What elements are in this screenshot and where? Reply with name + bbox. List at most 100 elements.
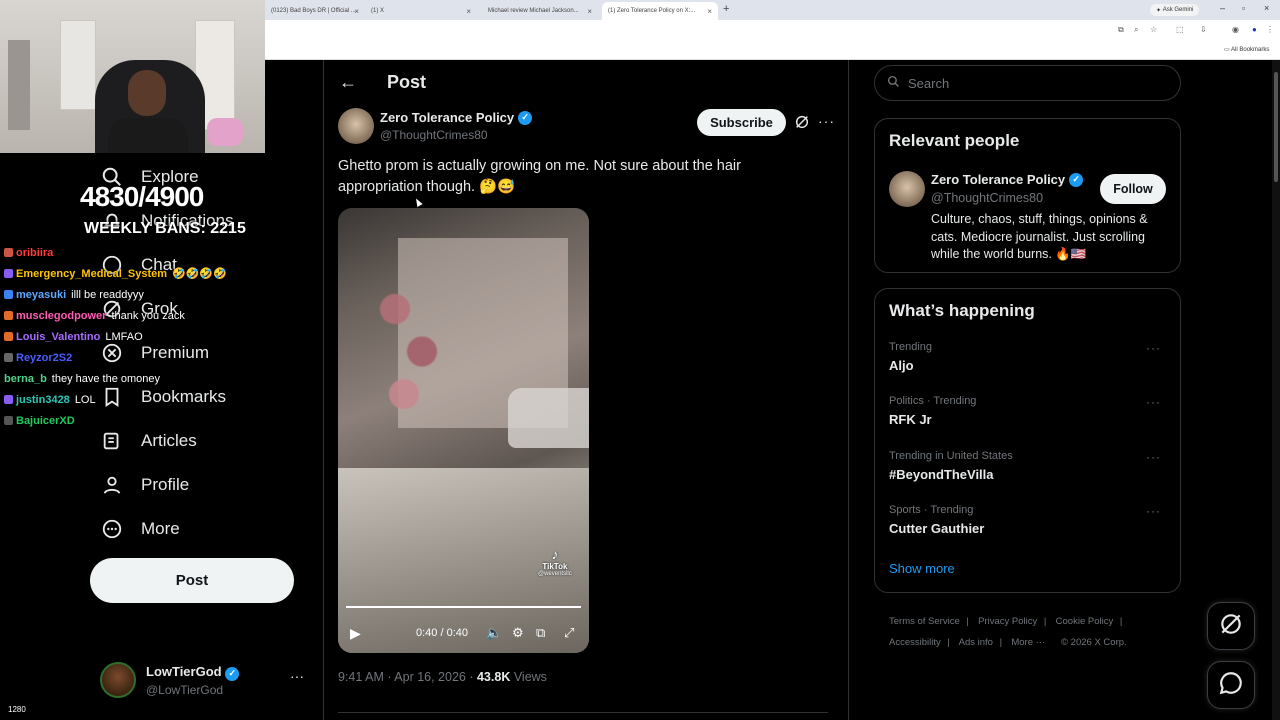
viewer-count: 1280: [8, 705, 26, 714]
weekly-bans: WEEKLY BANS: 2215: [84, 220, 246, 237]
avatar[interactable]: [889, 171, 925, 207]
trend-more-icon[interactable]: ···: [1146, 395, 1161, 409]
trend-item[interactable]: Politics · Trending RFK Jr ···: [889, 395, 1169, 427]
video-controls: ▶ 0:40 / 0:40 🔈 ⚙ ⧉ ⤢: [338, 620, 589, 646]
chat-message: Louis_Valentino LMFAO: [4, 326, 304, 347]
post-text: Ghetto prom is actually growing on me. N…: [338, 158, 741, 195]
chat-user: meyasuki: [16, 288, 67, 301]
close-window-icon[interactable]: ×: [1264, 3, 1269, 13]
cookie-link[interactable]: Cookie Policy: [1056, 616, 1114, 627]
trend-context: Sports · Trending: [889, 504, 974, 516]
author-name[interactable]: Zero Tolerance Policy ✓: [380, 110, 533, 125]
scrollbar-thumb[interactable]: [1274, 72, 1278, 182]
extension-icon[interactable]: ⧉: [1118, 25, 1124, 35]
trend-item[interactable]: Sports · Trending Cutter Gauthier ···: [889, 504, 1169, 536]
scrollbar[interactable]: [1272, 60, 1280, 720]
download-icon[interactable]: ⇩: [1200, 25, 1207, 34]
video-car: [508, 388, 589, 448]
streamer-head: [128, 70, 166, 116]
tiktok-logo-icon: ♪: [551, 546, 559, 562]
browser-tab[interactable]: (1) X ×: [365, 2, 477, 20]
terms-link[interactable]: Terms of Service: [889, 616, 960, 627]
post-timestamp[interactable]: 9:41 AM · Apr 16, 2026 ·: [338, 670, 477, 684]
chat-user: justin3428: [16, 393, 70, 406]
trend-name: RFK Jr: [889, 412, 932, 427]
trend-more-icon[interactable]: ···: [1146, 450, 1161, 464]
ask-gemini-label: Ask Gemini: [1162, 7, 1194, 13]
separator: |: [944, 637, 953, 648]
nav-more[interactable]: More: [100, 514, 180, 544]
post-more-icon[interactable]: ···: [818, 113, 835, 129]
trend-more-icon[interactable]: ···: [1146, 341, 1161, 355]
show-more-link[interactable]: Show more: [889, 561, 955, 576]
tab-title: (0123) Bad Boys DR | Official ...: [271, 8, 356, 14]
chat-user: berna_b: [4, 372, 47, 385]
accessibility-link[interactable]: Accessibility: [889, 637, 941, 648]
subscribe-button[interactable]: Subscribe: [697, 109, 786, 136]
messages-fab-button[interactable]: [1207, 661, 1255, 709]
follow-button[interactable]: Follow: [1100, 174, 1166, 204]
chat-user: BajuicerXD: [16, 414, 75, 427]
video-player[interactable]: ♪ TikTok @weventsllc ▶ 0:40 / 0:40 🔈 ⚙ ⧉…: [338, 208, 589, 653]
back-arrow-icon[interactable]: ←: [339, 72, 359, 94]
account-switcher[interactable]: LowTierGod ✓ @LowTierGod ···: [100, 660, 310, 702]
grok-icon[interactable]: [794, 114, 810, 130]
video-progress-bar[interactable]: [346, 606, 581, 608]
ask-gemini-button[interactable]: ✦ Ask Gemini: [1150, 4, 1200, 16]
sidebar-footer: Terms of Service | Privacy Policy | Cook…: [889, 611, 1179, 653]
fullscreen-icon[interactable]: ⤢: [564, 625, 574, 641]
ban-counter: 4830/4900: [80, 181, 204, 212]
plush-toy: [207, 118, 243, 146]
verified-badge-icon: ✓: [225, 666, 240, 681]
person-name[interactable]: Zero Tolerance Policy ✓: [931, 172, 1084, 187]
author-handle[interactable]: @ThoughtCrimes80: [380, 128, 488, 142]
stream-chat: oribiira Emergency_Medical_System 🤣🤣🤣🤣 me…: [4, 242, 304, 431]
separator: |: [996, 637, 1005, 648]
minimize-icon[interactable]: –: [1220, 3, 1225, 13]
author-avatar[interactable]: [338, 108, 374, 144]
kebab-menu-icon[interactable]: ⋮: [1266, 25, 1274, 34]
ads-info-link[interactable]: Ads info: [959, 637, 993, 648]
close-tab-icon[interactable]: ×: [466, 7, 471, 16]
trend-more-icon[interactable]: ···: [1146, 504, 1161, 518]
settings-icon[interactable]: ⚙: [512, 625, 524, 641]
account-avatar-icon[interactable]: ●: [1252, 25, 1257, 34]
chat-user: Reyzor2S2: [16, 351, 73, 364]
pip-icon[interactable]: ⧉: [536, 625, 545, 641]
trend-item[interactable]: Trending in United States #BeyondTheVilla…: [889, 450, 1169, 482]
post-button[interactable]: Post: [90, 558, 294, 603]
badge-icon: [4, 332, 13, 341]
browser-tab-active[interactable]: (1) Zero Tolerance Policy on X:... ×: [602, 2, 718, 20]
search-input[interactable]: Search: [874, 65, 1181, 101]
trend-context: Trending in United States: [889, 450, 1013, 462]
browser-tab[interactable]: (0123) Bad Boys DR | Official ... ×: [265, 2, 365, 20]
person-handle[interactable]: @ThoughtCrimes80: [931, 191, 1043, 205]
close-tab-icon[interactable]: ×: [707, 7, 712, 16]
chat-message: justin3428 LOL: [4, 389, 304, 410]
separator: |: [1041, 616, 1050, 627]
more-link[interactable]: More ···: [1011, 637, 1045, 648]
author-name-text: Zero Tolerance Policy: [380, 110, 515, 125]
browser-tab[interactable]: Michael review Michael Jackson... ×: [482, 2, 598, 20]
new-tab-button[interactable]: +: [723, 3, 729, 15]
chat-message: Reyzor2S2: [4, 347, 304, 368]
play-icon[interactable]: ▶: [350, 625, 361, 642]
nav-profile[interactable]: Profile: [100, 470, 189, 500]
trend-name: Aljo: [889, 358, 914, 373]
privacy-link[interactable]: Privacy Policy: [978, 616, 1037, 627]
bookmark-star-icon[interactable]: ☆: [1150, 25, 1157, 34]
volume-icon[interactable]: 🔈: [486, 625, 502, 641]
tab-title: Michael review Michael Jackson...: [488, 8, 579, 14]
account-more-icon[interactable]: ···: [290, 668, 304, 684]
maximize-icon[interactable]: ▫: [1242, 3, 1245, 13]
trend-item[interactable]: Trending Aljo ···: [889, 341, 1169, 373]
profile-menu-icon[interactable]: ◉: [1232, 25, 1239, 34]
grok-fab-button[interactable]: [1207, 602, 1255, 650]
close-tab-icon[interactable]: ×: [354, 7, 359, 16]
close-tab-icon[interactable]: ×: [587, 7, 592, 16]
all-bookmarks-folder[interactable]: ▭ All Bookmarks: [1224, 46, 1269, 53]
page-title: Post: [387, 72, 427, 92]
puzzle-icon[interactable]: ⬚: [1176, 25, 1184, 34]
tiktok-handle: @weventsllc: [538, 571, 572, 577]
zoom-icon[interactable]: ⌕: [1134, 25, 1138, 35]
